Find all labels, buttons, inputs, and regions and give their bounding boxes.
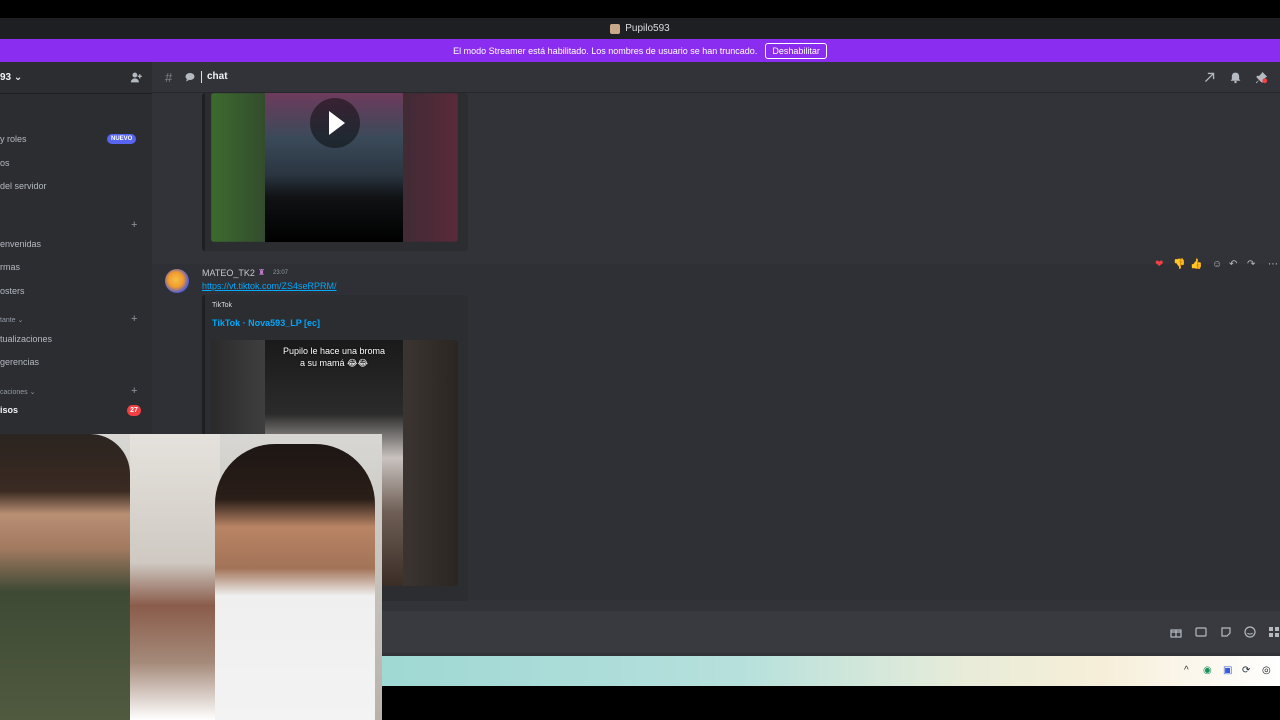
video-caption-line-2: a su mamá 😂😂 — [299, 358, 369, 368]
add-channel-icon[interactable]: + — [131, 386, 137, 397]
reaction-heart-icon[interactable]: ❤ — [1155, 258, 1163, 272]
new-badge: NUEVO — [107, 134, 137, 144]
more-options-icon[interactable]: ⋯ — [1268, 258, 1278, 272]
play-icon[interactable] — [309, 97, 361, 149]
steam-icon[interactable]: ⟳ — [1242, 666, 1250, 676]
channel-header: # chat — [152, 62, 1280, 93]
hash-icon: # — [165, 70, 173, 85]
tray-app-icon[interactable]: ◎ — [1262, 666, 1271, 676]
streamer-mode-banner: El modo Streamer está habilitado. Los no… — [0, 39, 1280, 62]
webcam-person-left — [0, 434, 130, 720]
message-timestamp: 23:07 — [273, 270, 289, 276]
sidebar-item-rules[interactable]: rmas — [0, 260, 20, 274]
message-author[interactable]: MATEO_TK2 — [202, 268, 255, 278]
emoji-icon[interactable] — [1244, 626, 1256, 638]
server-icon — [610, 23, 621, 34]
message-actions: ❤ 👎 👍 ☺ ↶ ↷ ⋯ — [1155, 258, 1280, 272]
sidebar-item-boosters[interactable]: osters — [0, 284, 25, 298]
webcam-overlay — [0, 434, 382, 720]
unread-count-badge: 27 — [127, 405, 141, 416]
tray-app-icon[interactable]: ▣ — [1223, 666, 1232, 676]
webcam-background — [130, 434, 220, 720]
streamer-mode-message: El modo Streamer está habilitado. Los no… — [453, 45, 758, 56]
role-icon: ♜ — [258, 268, 266, 277]
show-hidden-icons-icon[interactable]: ^ — [1184, 666, 1189, 676]
apps-icon[interactable] — [1268, 626, 1280, 638]
message-input-bar[interactable] — [380, 611, 1280, 653]
video-thumbnail[interactable] — [211, 93, 458, 242]
sidebar-item-server-guide[interactable]: del servidor — [0, 179, 47, 193]
message-link[interactable]: https://vt.tiktok.com/ZS4seRPRM/ — [202, 281, 337, 291]
threads-icon[interactable] — [1203, 71, 1216, 84]
server-header[interactable]: 93 ⌄ — [0, 62, 152, 94]
reaction-thumbsup-icon[interactable]: 👍 — [1190, 258, 1202, 272]
header-divider — [201, 71, 202, 83]
os-taskbar: ^ ◉ ▣ ⟳ ◎ — [380, 656, 1280, 686]
sidebar-item-suggestions[interactable]: gerencias — [0, 355, 39, 369]
tray-app-icon[interactable]: ◉ — [1203, 666, 1212, 676]
sidebar-category-notifications[interactable]: caciones ⌄ — [0, 388, 35, 396]
sidebar-item-welcome[interactable]: envenidas — [0, 237, 41, 251]
reply-icon[interactable]: ↶ — [1229, 258, 1237, 272]
webcam-person-right — [215, 444, 375, 720]
forward-icon[interactable]: ↷ — [1247, 258, 1255, 272]
pinned-messages-icon[interactable] — [1255, 71, 1268, 84]
window-titlebar: Pupilo593 — [0, 18, 1280, 39]
sidebar-item-roles[interactable]: y roles — [0, 132, 27, 146]
gif-icon[interactable] — [1195, 626, 1207, 638]
window-title: Pupilo593 — [625, 23, 670, 34]
sidebar-item-os[interactable]: os — [0, 156, 10, 170]
video-caption-line-1: Pupilo le hace una broma — [282, 346, 386, 356]
sidebar-item-updates[interactable]: tualizaciones — [0, 332, 52, 346]
reaction-thumbsdown-icon[interactable]: 👎 — [1173, 258, 1185, 272]
embed-title[interactable]: TikTok · Nova593_LP [ec] — [212, 318, 320, 328]
embed-provider: TikTok — [212, 302, 232, 309]
user-avatar[interactable] — [165, 269, 189, 293]
invite-people-icon[interactable] — [130, 71, 143, 84]
add-reaction-icon[interactable]: ☺ — [1212, 258, 1222, 272]
thread-icon[interactable] — [185, 72, 195, 82]
server-name: 93 ⌄ — [0, 72, 23, 83]
disable-streamer-mode-button[interactable]: Deshabilitar — [765, 42, 827, 59]
channel-name: chat — [207, 71, 228, 82]
add-channel-icon[interactable]: + — [131, 314, 137, 325]
sidebar-item-notices[interactable]: isos — [0, 403, 18, 417]
sidebar-category-important[interactable]: tante ⌄ — [0, 316, 23, 324]
sticker-icon[interactable] — [1220, 626, 1232, 638]
add-channel-icon[interactable]: + — [131, 220, 137, 231]
gift-icon[interactable] — [1170, 626, 1182, 638]
notification-bell-icon[interactable] — [1229, 71, 1242, 84]
channel-sidebar: 93 ⌄ y roles NUEVO os del servidor + env… — [0, 62, 152, 434]
